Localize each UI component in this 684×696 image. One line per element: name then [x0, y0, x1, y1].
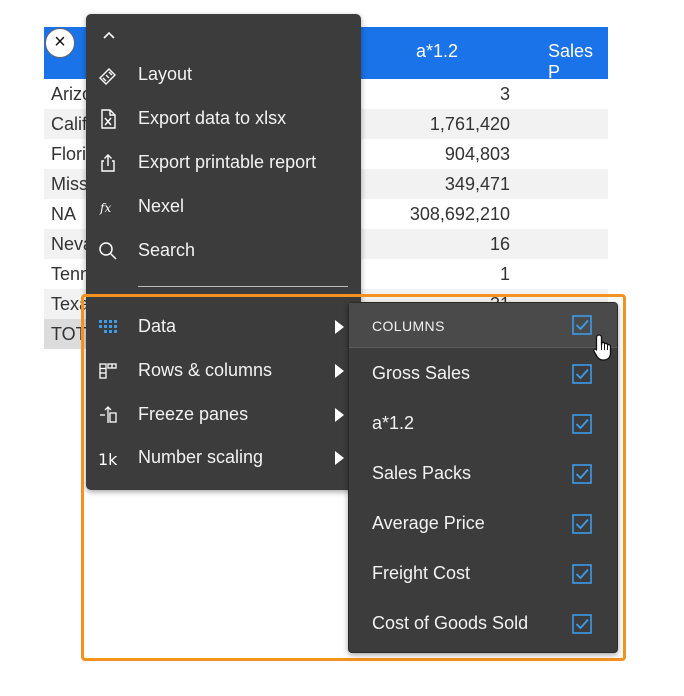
column-header-a12[interactable]: a*1.2	[416, 41, 458, 62]
row-value: 1,761,420	[429, 114, 510, 134]
xlsx-file-icon	[101, 109, 116, 129]
column-option-gross-sales[interactable]: Gross Sales	[349, 349, 617, 399]
column-option-freight-cost[interactable]: Freight Cost	[349, 549, 617, 599]
checkbox[interactable]	[572, 364, 592, 384]
menu-item-label: Export printable report	[138, 152, 317, 172]
column-option-label: Freight Cost	[372, 563, 471, 583]
menu-item-export-report[interactable]: Export printable report	[86, 142, 361, 182]
column-option-sales-packs[interactable]: Sales Packs	[349, 449, 617, 499]
close-button[interactable]: ×	[45, 28, 75, 58]
column-option-a12[interactable]: a*1.2	[349, 399, 617, 449]
column-option-cost-of-goods-sold[interactable]: Cost of Goods Sold	[349, 599, 617, 649]
row-label: Tenn	[51, 264, 91, 284]
row-value: 308,692,210	[409, 204, 510, 224]
fx-icon: fx	[99, 201, 111, 215]
checkbox[interactable]	[572, 514, 592, 534]
menu-item-label: Nexel	[138, 196, 185, 216]
column-option-label: Cost of Goods Sold	[372, 613, 529, 633]
columns-header[interactable]: COLUMNS	[349, 303, 617, 348]
hand-pointer-cursor-icon	[593, 334, 612, 361]
checkbox[interactable]	[572, 614, 592, 634]
row-label: Calif	[51, 114, 88, 134]
menu-item-layout[interactable]: Layout	[86, 54, 361, 94]
row-value: 16	[489, 234, 510, 254]
checkbox[interactable]	[572, 464, 592, 484]
menu-item-label: Export data to xlsx	[138, 108, 287, 128]
menu-item-label: Layout	[138, 64, 193, 84]
row-value: 904,803	[444, 144, 510, 164]
menu-item-export-xlsx[interactable]: Export data to xlsx	[86, 98, 361, 138]
row-value: 3	[499, 84, 510, 104]
menu-item-nexel[interactable]: fx Nexel	[86, 186, 361, 226]
columns-header-label: COLUMNS	[372, 318, 445, 334]
checkbox[interactable]	[572, 564, 592, 584]
checkbox[interactable]	[572, 414, 592, 434]
row-value: 349,471	[444, 174, 510, 194]
svg-text:fx: fx	[99, 201, 111, 215]
column-option-label: a*1.2	[372, 413, 415, 433]
menu-item-search[interactable]: Search	[86, 230, 361, 270]
layout-icon	[99, 68, 116, 85]
row-value: 1	[499, 264, 510, 284]
menu-item-label: Search	[138, 240, 196, 260]
share-export-icon	[101, 154, 115, 172]
chevron-up-icon[interactable]	[102, 28, 116, 42]
column-header-sales-packs[interactable]: Sales P	[548, 41, 608, 83]
column-option-average-price[interactable]: Average Price	[349, 499, 617, 549]
menu-divider	[138, 286, 348, 287]
select-all-checkbox[interactable]	[572, 315, 592, 335]
row-label: NA	[51, 204, 77, 224]
row-label: Flori	[51, 144, 86, 164]
row-label: Miss	[51, 174, 88, 194]
column-option-label: Gross Sales	[372, 363, 471, 383]
column-option-label: Average Price	[372, 513, 485, 533]
column-option-label: Sales Packs	[372, 463, 472, 483]
search-icon	[99, 242, 117, 260]
columns-submenu: COLUMNS Gross Sales a*1.2 Sales Packs Av…	[348, 302, 618, 653]
